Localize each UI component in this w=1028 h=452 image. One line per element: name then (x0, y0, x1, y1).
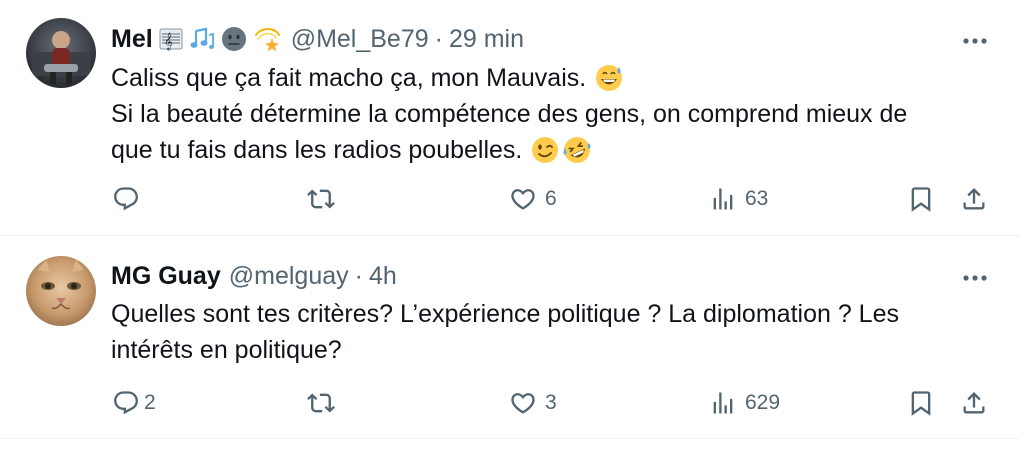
reply-button[interactable]: 2 (112, 388, 156, 418)
more-options-button[interactable] (960, 26, 990, 56)
avatar[interactable] (26, 18, 96, 88)
tweet-text-line: intérêts en politique? (111, 332, 899, 368)
grinning-sweat-icon (594, 63, 624, 93)
neutral-face-icon (221, 26, 247, 52)
tweet[interactable]: Mel 𝄞 @Mel_Be79 · 29 min Caliss que ça f… (0, 0, 1020, 236)
tweet-text-line: Caliss que ça fait macho ça, mon Mauvais… (111, 60, 907, 96)
more-dots-icon (963, 275, 987, 281)
views-button[interactable]: 629 (709, 388, 780, 418)
bookmark-icon (911, 391, 931, 416)
share-button[interactable] (960, 388, 988, 418)
tweet-text-segment: Quelles sont tes critères? L’expérience … (111, 300, 899, 328)
tweet-text-segment: intérêts en politique? (111, 336, 342, 364)
retweet-button[interactable] (307, 184, 343, 214)
separator-dot: · (434, 25, 443, 53)
like-count: 3 (545, 391, 557, 414)
tweet-actions: 2 3 629 (0, 388, 1020, 418)
user-handle[interactable]: @Mel_Be79 (291, 24, 429, 54)
musical-notes-icon (189, 27, 215, 51)
display-name[interactable]: MG Guay (111, 261, 221, 291)
tweet-actions: 6 63 (0, 184, 1020, 214)
views-button[interactable]: 63 (709, 184, 768, 214)
tweet-text-segment: Caliss que ça fait macho ça, mon Mauvais… (111, 64, 587, 92)
separator-dot: · (354, 262, 363, 290)
analytics-icon (713, 392, 733, 414)
tweet-text: Caliss que ça fait macho ça, mon Mauvais… (111, 60, 907, 168)
analytics-icon (713, 188, 733, 210)
rolling-laughing-icon (562, 135, 592, 165)
musical-score-icon: 𝄞 (159, 27, 183, 51)
bookmark-icon (911, 187, 931, 212)
timestamp[interactable]: 4h (369, 261, 397, 291)
reply-icon (114, 187, 138, 211)
retweet-button[interactable] (307, 388, 343, 418)
dizzy-star-icon (253, 25, 283, 53)
svg-text:𝄞: 𝄞 (164, 32, 173, 50)
like-count: 6 (545, 187, 557, 210)
tweet-header: Mel 𝄞 @Mel_Be79 · 29 min (111, 24, 524, 54)
more-dots-icon (963, 38, 987, 44)
share-icon (963, 392, 985, 414)
view-count: 63 (745, 187, 769, 210)
reply-button[interactable] (112, 184, 148, 214)
tweet-text-line: que tu fais dans les radios poubelles. (111, 132, 907, 168)
share-icon (963, 188, 985, 210)
tweet-text-segment: que tu fais dans les radios poubelles. (111, 136, 523, 164)
tweet[interactable]: MG Guay @melguay · 4h Quelles sont tes c… (0, 237, 1020, 439)
bookmark-button[interactable] (907, 388, 935, 418)
tweet-text-segment: Si la beauté détermine la compétence des… (111, 100, 908, 128)
reply-icon (114, 391, 138, 415)
view-count: 629 (745, 391, 781, 414)
retweet-icon (307, 189, 335, 209)
share-button[interactable] (960, 184, 988, 214)
heart-icon (511, 393, 535, 414)
reply-count: 2 (144, 391, 156, 414)
timestamp[interactable]: 29 min (449, 24, 524, 54)
avatar[interactable] (26, 256, 96, 326)
tweet-text-line: Quelles sont tes critères? L’expérience … (111, 296, 899, 332)
retweet-icon (307, 393, 335, 413)
more-options-button[interactable] (960, 263, 990, 293)
like-button[interactable]: 3 (509, 388, 557, 418)
tweet-text: Quelles sont tes critères? L’expérience … (111, 296, 899, 368)
tweet-text-line: Si la beauté détermine la compétence des… (111, 96, 907, 132)
like-button[interactable]: 6 (509, 184, 557, 214)
heart-icon (511, 189, 535, 210)
winking-face-icon (530, 135, 560, 165)
tweet-header: MG Guay @melguay · 4h (111, 261, 397, 291)
user-handle[interactable]: @melguay (229, 261, 349, 291)
display-name[interactable]: Mel (111, 24, 153, 54)
bookmark-button[interactable] (907, 184, 935, 214)
